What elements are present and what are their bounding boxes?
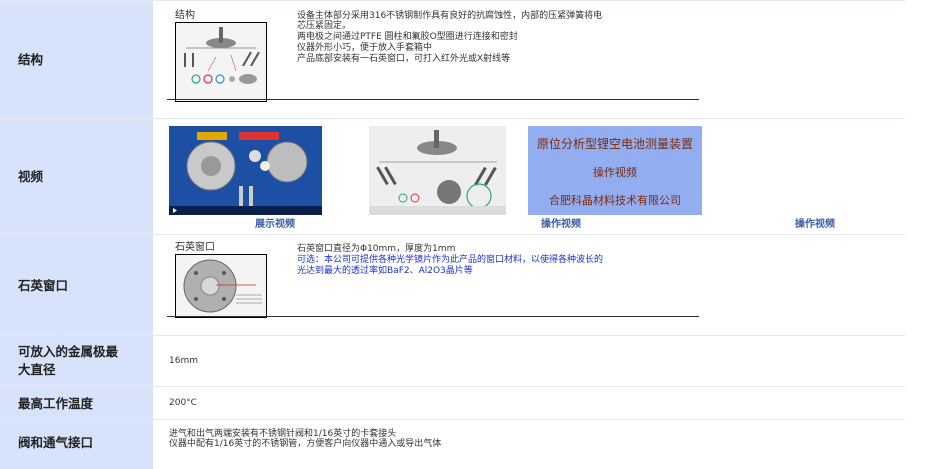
video-thumbnail-operation[interactable] — [369, 126, 506, 215]
row-label-cell: 最高工作温度 — [0, 387, 153, 420]
window-line-2: 可选：本公司可提供各种光学镜片作为此产品的窗口材料，以使得各种波长的 — [297, 255, 604, 265]
row-label-cell: 结构 — [0, 1, 153, 119]
row-structure: 结构 结构 设备主体部分采用316不锈钢制作具有良好的抗腐蚀性，内部的压紧弹簧将… — [0, 0, 905, 119]
divider — [167, 99, 699, 100]
row-label-cell: 阀和通气接口 — [0, 420, 153, 469]
row-video: 视频 展示视频 操作视频 原位分析型锂空电池测量装置 操作视频 合肥科晶材料技术… — [0, 118, 905, 235]
video-link-display[interactable]: 展示视频 — [255, 215, 295, 230]
video-thumbnail-display[interactable] — [169, 126, 322, 215]
structure-line-3: 两电极之间通过PTFE 圆柱和氟胶O型圈进行连接和密封 — [297, 32, 518, 42]
row-label-max-diameter-1: 可放入的金属极最 — [18, 344, 119, 359]
divider — [167, 316, 699, 317]
video-frame-icon — [169, 126, 322, 215]
structure-line-4: 仪器外形小巧，便于放入手套箱中 — [297, 43, 433, 53]
max-temperature-value: 200°C — [169, 398, 197, 408]
row-content-cell: 展示视频 操作视频 原位分析型锂空电池测量装置 操作视频 合肥科晶材料技术有限公… — [155, 119, 905, 235]
window-image[interactable] — [175, 254, 267, 318]
poster-subtitle: 操作视频 — [593, 166, 637, 179]
valve-line-1: 进气和出气两端安装有不锈钢针阀和1/16英寸的卡套接头 — [169, 429, 397, 439]
poster-company: 合肥科晶材料技术有限公司 — [549, 194, 681, 207]
video-poster-operation[interactable]: 原位分析型锂空电池测量装置 操作视频 合肥科晶材料技术有限公司 — [528, 126, 702, 215]
row-content-cell: 200°C — [155, 387, 905, 420]
row-label-window: 石英窗口 — [18, 278, 69, 293]
row-label-cell: 视频 — [0, 119, 153, 235]
row-label-max-temperature: 最高工作温度 — [18, 396, 94, 411]
row-label-cell: 石英窗口 — [0, 235, 153, 336]
video-frame-icon — [369, 126, 506, 215]
structure-caption: 结构 — [175, 10, 195, 21]
row-content-cell: 16mm — [155, 336, 905, 387]
window-line-1: 石英窗口直径为Φ10mm，厚度为1mm — [297, 244, 456, 254]
structure-line-5: 产品底部安装有一石英窗口，可打入红外光或X射线等 — [297, 54, 511, 64]
max-diameter-value: 16mm — [169, 356, 198, 366]
poster-title: 原位分析型锂空电池测量装置 — [536, 137, 693, 151]
valve-line-2: 仪器中配有1/16英寸的不锈钢管，方便客户向仪器中通入或导出气体 — [169, 439, 442, 449]
row-label-structure: 结构 — [18, 52, 44, 67]
row-max-temperature: 最高工作温度 200°C — [0, 386, 905, 420]
structure-diagram-icon — [176, 23, 266, 101]
row-content-cell: 石英窗口 石英窗口直径为Φ10mm，厚度为1mm 可选：本公司可提供各种光学镜片… — [155, 235, 905, 336]
row-window: 石英窗口 石英窗口 石英窗口直径为Φ10mm，厚度为1mm 可选：本公司可提供各… — [0, 234, 905, 336]
row-label-valve: 阀和通气接口 — [18, 435, 94, 450]
row-label-max-diameter-2: 大直径 — [18, 362, 56, 377]
row-content-cell: 结构 设备主体部分采用316不锈钢制作具有良好的抗腐蚀性，内部的压紧弹簧将电 芯… — [155, 1, 905, 119]
quartz-window-icon — [176, 255, 266, 317]
row-content-cell: 进气和出气两端安装有不锈钢针阀和1/16英寸的卡套接头 仪器中配有1/16英寸的… — [155, 420, 905, 469]
window-line-3: 光达到最大的透过率如BaF2、Al2O3晶片等 — [297, 266, 473, 276]
structure-line-2: 芯压紧固定。 — [297, 21, 352, 31]
video-link-operation-2[interactable]: 操作视频 — [795, 215, 835, 230]
window-caption: 石英窗口 — [175, 242, 215, 253]
row-valve: 阀和通气接口 进气和出气两端安装有不锈钢针阀和1/16英寸的卡套接头 仪器中配有… — [0, 419, 905, 469]
video-link-operation-1[interactable]: 操作视频 — [541, 215, 581, 230]
structure-image[interactable] — [175, 22, 267, 102]
row-label-video: 视频 — [18, 169, 44, 184]
structure-line-1: 设备主体部分采用316不锈钢制作具有良好的抗腐蚀性，内部的压紧弹簧将电 — [297, 11, 603, 21]
row-max-diameter: 可放入的金属极最 大直径 16mm — [0, 335, 905, 387]
row-label-cell: 可放入的金属极最 大直径 — [0, 336, 153, 387]
